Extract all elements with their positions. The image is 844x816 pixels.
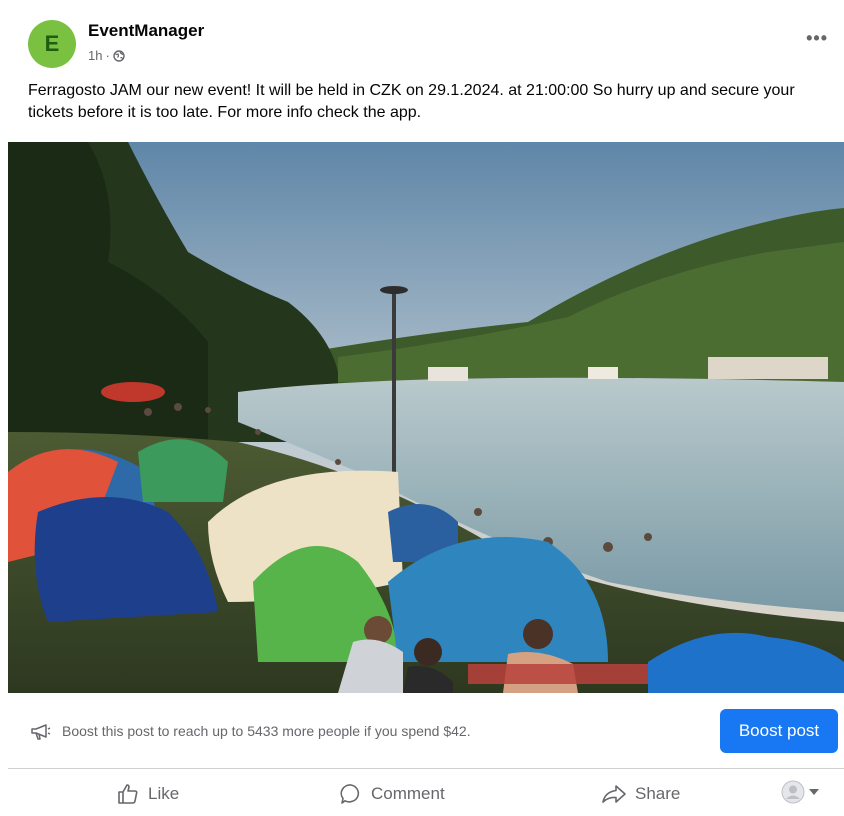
- thumbs-up-icon: [118, 784, 138, 804]
- comment-label: Comment: [371, 784, 445, 803]
- comment-button[interactable]: Comment: [339, 778, 445, 810]
- boost-post-button[interactable]: Boost post: [720, 709, 838, 753]
- user-avatar-icon: [781, 780, 805, 804]
- globe-icon[interactable]: [113, 49, 125, 62]
- megaphone-icon: [31, 724, 51, 740]
- boost-bar: Boost this post to reach up to 5433 more…: [0, 700, 844, 762]
- post-meta: 1h ·: [88, 48, 125, 63]
- share-label: Share: [635, 784, 681, 803]
- like-button[interactable]: Like: [116, 778, 179, 810]
- meta-separator: ·: [105, 48, 110, 63]
- like-label: Like: [148, 784, 180, 803]
- festival-lake-image: [8, 142, 844, 693]
- comment-icon: [340, 784, 360, 804]
- divider: [8, 768, 844, 769]
- author-name[interactable]: EventManager: [88, 21, 204, 41]
- post-photo[interactable]: [8, 142, 844, 693]
- share-icon: [602, 785, 626, 803]
- avatar[interactable]: E: [28, 20, 76, 68]
- action-bar: Like Comment Share: [0, 772, 844, 816]
- post-header: E EventManager 1h · •••: [28, 18, 828, 70]
- account-selector[interactable]: [781, 780, 819, 804]
- post-time[interactable]: 1h: [88, 48, 102, 63]
- share-button[interactable]: Share: [601, 778, 680, 810]
- more-options-icon[interactable]: •••: [806, 28, 828, 49]
- chevron-down-icon: [809, 789, 819, 795]
- boost-text: Boost this post to reach up to 5433 more…: [62, 723, 471, 739]
- post-text: Ferragosto JAM our new event! It will be…: [28, 82, 795, 121]
